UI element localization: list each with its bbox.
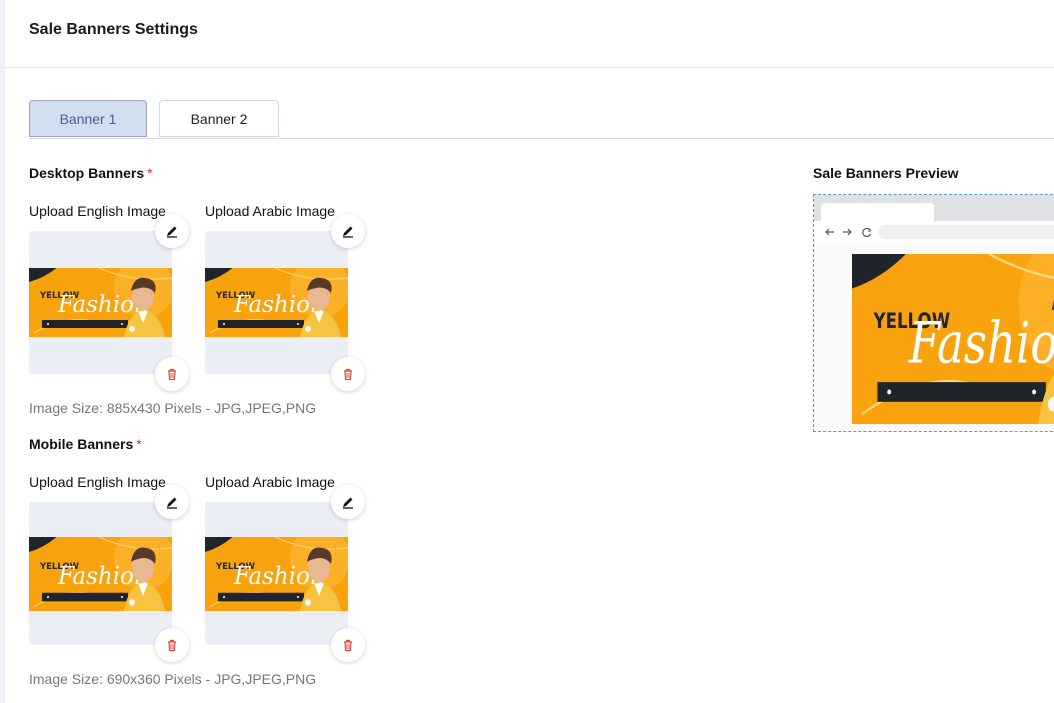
mobile-arabic-label: Upload Arabic Image <box>205 474 335 490</box>
pencil-icon <box>167 497 177 509</box>
required-mark: * <box>136 436 142 452</box>
mobile-english-edit-button[interactable] <box>155 485 189 519</box>
left-rail <box>0 0 5 703</box>
desktop-arabic-upload[interactable] <box>205 231 348 374</box>
desktop-arabic-edit-button[interactable] <box>331 214 365 248</box>
mobile-size-hint: Image Size: 690x360 Pixels - JPG,JPEG,PN… <box>29 671 317 687</box>
desktop-banners-title: Desktop Banners * <box>29 165 153 181</box>
desktop-english-upload[interactable] <box>29 231 172 374</box>
mobile-arabic-edit-button[interactable] <box>331 485 365 519</box>
mobile-arabic-banner-image <box>205 537 348 611</box>
mobile-arabic-upload[interactable] <box>205 502 348 645</box>
mobile-english-upload[interactable] <box>29 502 172 645</box>
browser-tab <box>821 203 934 221</box>
required-mark: * <box>147 165 153 181</box>
pencil-icon <box>343 497 353 509</box>
mobile-english-banner-image <box>29 537 172 611</box>
pencil-icon <box>167 226 177 238</box>
desktop-arabic-delete-button[interactable] <box>331 357 365 391</box>
desktop-english-edit-button[interactable] <box>155 214 189 248</box>
trash-icon <box>168 639 176 652</box>
page-header: Sale Banners Settings <box>5 0 1054 68</box>
desktop-english-delete-button[interactable] <box>155 357 189 391</box>
desktop-arabic-label: Upload Arabic Image <box>205 203 335 219</box>
mobile-english-label: Upload English Image <box>29 474 166 490</box>
sale-banners-preview <box>813 194 1054 432</box>
mobile-banners-title: Mobile Banners * <box>29 436 142 452</box>
banner-tabs: Banner 1 Banner 2 <box>29 100 1054 139</box>
pencil-icon <box>343 226 353 238</box>
trash-icon <box>168 368 176 381</box>
tab-banner-1[interactable]: Banner 1 <box>29 100 147 137</box>
desktop-banners-title-text: Desktop Banners <box>29 165 145 181</box>
mobile-english-delete-button[interactable] <box>155 628 189 662</box>
trash-icon <box>344 639 352 652</box>
desktop-english-banner-image <box>29 268 172 337</box>
desktop-arabic-banner-image <box>205 268 348 337</box>
trash-icon <box>344 368 352 381</box>
page-title: Sale Banners Settings <box>29 21 198 38</box>
desktop-english-label: Upload English Image <box>29 203 166 219</box>
mobile-arabic-delete-button[interactable] <box>331 628 365 662</box>
tab-banner-2[interactable]: Banner 2 <box>159 100 279 137</box>
preview-banner-image <box>852 254 1054 424</box>
mobile-banners-title-text: Mobile Banners <box>29 436 134 452</box>
address-bar <box>878 225 1054 239</box>
desktop-size-hint: Image Size: 885x430 Pixels - JPG,JPEG,PN… <box>29 400 317 416</box>
preview-title: Sale Banners Preview <box>813 165 959 181</box>
